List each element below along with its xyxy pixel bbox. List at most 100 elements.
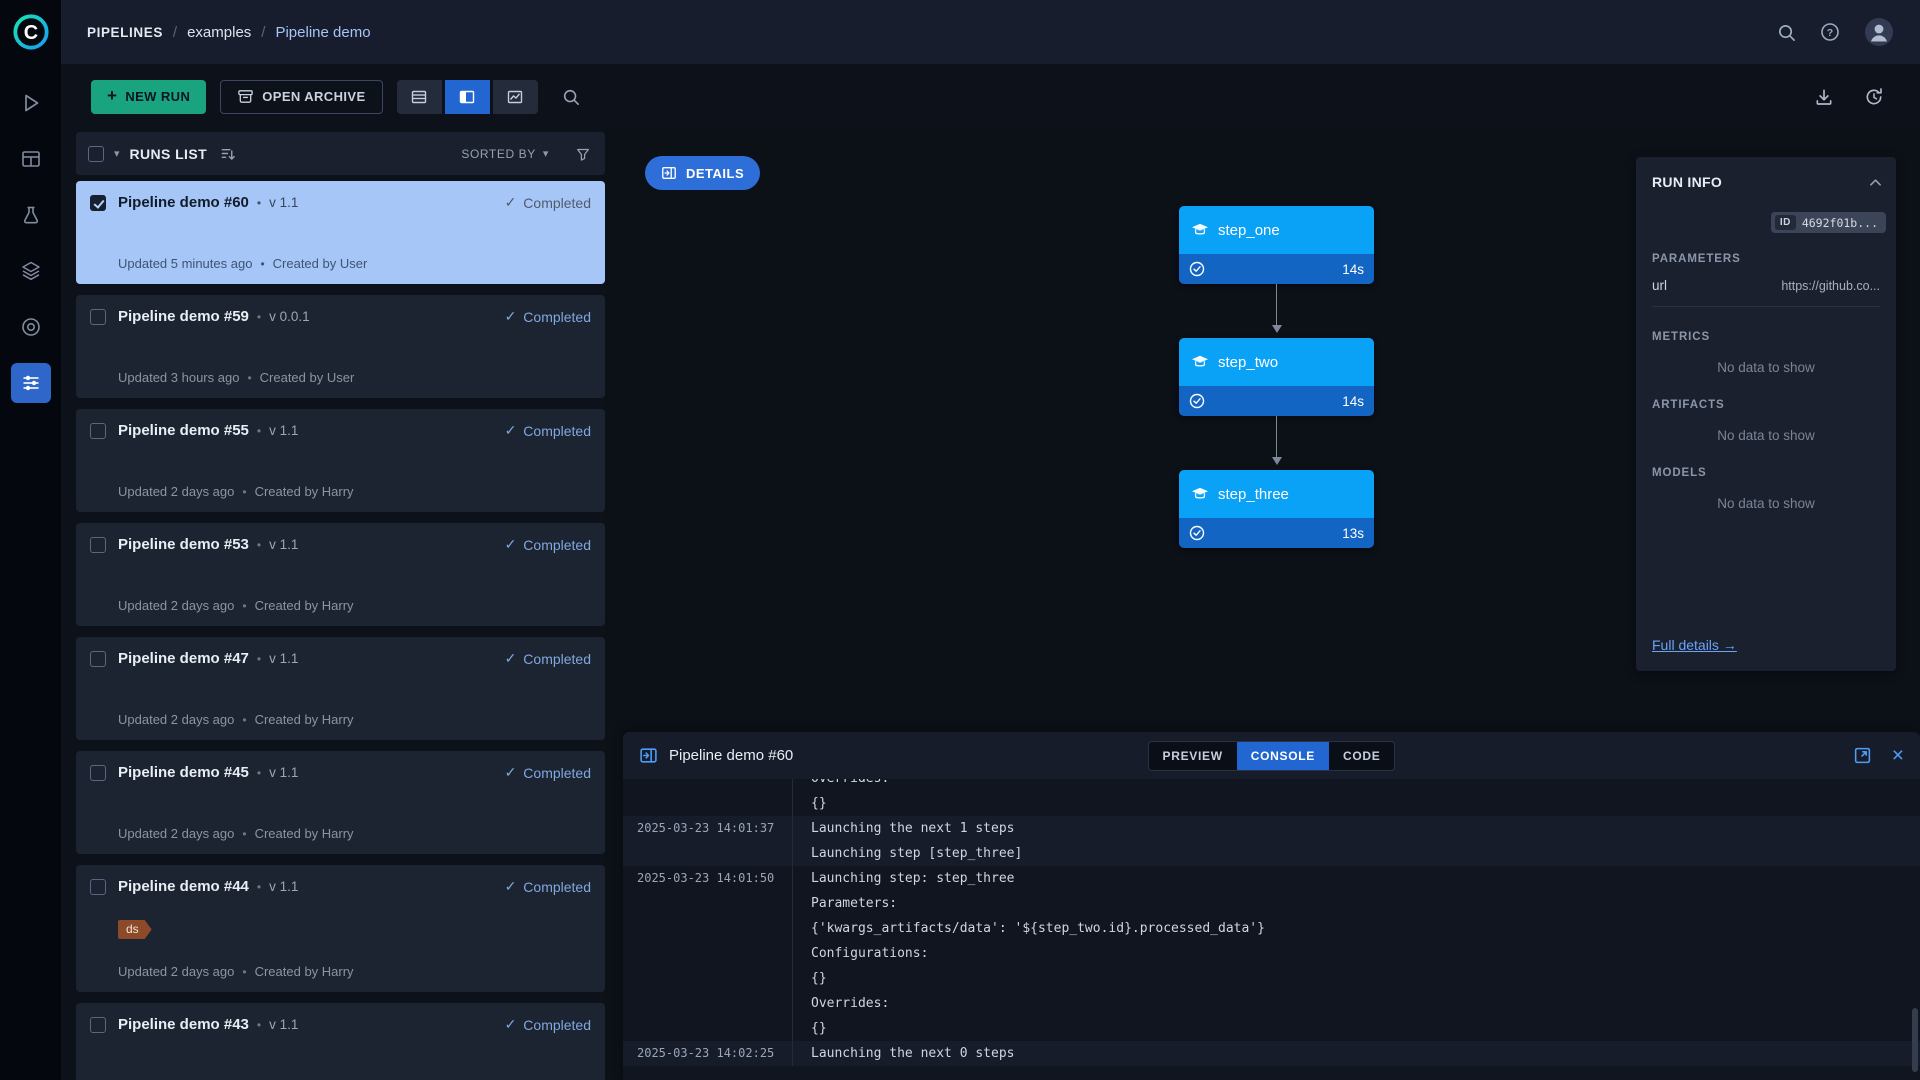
tab-preview[interactable]: PREVIEW [1149, 742, 1237, 770]
models-empty-text: No data to show [1636, 496, 1896, 511]
new-run-button[interactable]: + NEW RUN [91, 80, 206, 114]
select-all-caret-icon[interactable]: ▾ [114, 147, 120, 160]
collapse-chevron-icon[interactable] [1869, 178, 1882, 187]
avatar[interactable] [1864, 17, 1894, 47]
run-status-badge: ✓ Completed [505, 650, 591, 667]
log-lines: Overrides:{} [793, 779, 1920, 816]
run-tag: ds [118, 920, 152, 939]
run-checkbox[interactable] [90, 651, 106, 667]
run-created-text: Created by Harry [255, 712, 354, 727]
sidebar-item-hyper-datasets[interactable] [11, 251, 51, 291]
log-line: Launching the next 1 steps [811, 816, 1920, 841]
run-meta: Updated 5 minutes ago • Created by User [118, 256, 591, 271]
chart-view-icon [506, 88, 524, 106]
run-id-chip[interactable]: ID 4692f01b... [1771, 212, 1886, 233]
svg-text:C: C [23, 22, 37, 44]
check-icon: ✓ [505, 878, 517, 895]
pipeline-step-node[interactable]: step_one 14s [1179, 206, 1374, 284]
run-checkbox[interactable] [90, 309, 106, 325]
dot-separator: • [257, 538, 261, 552]
content-area: ▾ RUNS LIST SORTED BY ▾ Pipeline demo #6… [61, 129, 1920, 1080]
full-details-link[interactable]: Full details → [1652, 637, 1737, 653]
expand-window-icon[interactable] [1853, 746, 1872, 765]
run-card[interactable]: Pipeline demo #45 • v 1.1 ✓ Completed Up… [76, 751, 605, 854]
tab-console[interactable]: CONSOLE [1237, 742, 1329, 770]
run-card[interactable]: Pipeline demo #47 • v 1.1 ✓ Completed Up… [76, 637, 605, 740]
run-info-parameters: url https://github.co... [1636, 265, 1896, 307]
run-card[interactable]: Pipeline demo #59 • v 0.0.1 ✓ Completed … [76, 295, 605, 398]
run-card[interactable]: Pipeline demo #60 • v 1.1 ✓ Completed Up… [76, 181, 605, 284]
chart-view-toggle[interactable] [493, 80, 538, 114]
run-checkbox[interactable] [90, 1017, 106, 1033]
close-icon[interactable]: × [1892, 745, 1904, 766]
console-header: Pipeline demo #60 PREVIEWCONSOLECODE × [623, 732, 1920, 779]
pipeline-step-node[interactable]: step_two 14s [1179, 338, 1374, 416]
run-card[interactable]: Pipeline demo #55 • v 1.1 ✓ Completed Up… [76, 409, 605, 512]
dot-separator: • [242, 485, 246, 499]
run-checkbox[interactable] [90, 195, 106, 211]
sidebar-item-applications[interactable] [11, 307, 51, 347]
run-version: v 1.1 [269, 651, 298, 666]
run-updated-text: Updated 3 hours ago [118, 370, 239, 385]
parameter-key: url [1652, 278, 1667, 293]
clearml-logo[interactable]: C [0, 0, 61, 64]
run-checkbox[interactable] [90, 423, 106, 439]
run-status-text: Completed [523, 537, 591, 553]
breadcrumb-project[interactable]: examples [187, 24, 251, 41]
check-icon: ✓ [505, 422, 517, 439]
run-updated-text: Updated 2 days ago [118, 826, 234, 841]
dot-separator: • [257, 880, 261, 894]
log-line: Launching the next 0 steps [811, 1041, 1920, 1066]
console-log-entry: Overrides:{} [623, 779, 1920, 816]
run-checkbox[interactable] [90, 879, 106, 895]
sidebar-item-pipelines[interactable] [11, 363, 51, 403]
runs-list-header: ▾ RUNS LIST SORTED BY ▾ [76, 132, 605, 175]
artifacts-section-label: ARTIFACTS [1636, 399, 1896, 411]
step-node-footer: 14s [1179, 254, 1374, 284]
run-card[interactable]: Pipeline demo #53 • v 1.1 ✓ Completed Up… [76, 523, 605, 626]
run-title: Pipeline demo #60 [118, 194, 249, 211]
tab-code[interactable]: CODE [1329, 742, 1394, 770]
datasets-icon [20, 148, 42, 170]
sidebar-item-experiments[interactable] [11, 195, 51, 235]
step-icon [1191, 223, 1209, 237]
download-icon[interactable] [1814, 87, 1834, 107]
help-icon[interactable]: ? [1820, 22, 1840, 42]
sorted-by-dropdown[interactable]: SORTED BY ▾ [461, 147, 549, 161]
split-view-toggle[interactable] [445, 80, 490, 114]
run-meta: Updated 2 days ago • Created by Harry [118, 964, 591, 979]
open-archive-button[interactable]: OPEN ARCHIVE [220, 80, 382, 114]
refresh-history-icon[interactable] [1864, 87, 1884, 107]
run-title: Pipeline demo #59 [118, 308, 249, 325]
sidebar-item-projects[interactable] [11, 83, 51, 123]
console-log-entry: 2025-03-23 14:01:37 Launching the next 1… [623, 816, 1920, 866]
check-icon: ✓ [505, 1016, 517, 1033]
breadcrumb-page[interactable]: Pipeline demo [275, 24, 370, 41]
run-created-text: Created by User [273, 256, 368, 271]
pipeline-step-node[interactable]: step_three 13s [1179, 470, 1374, 548]
hyper-datasets-icon [20, 260, 42, 282]
step-node-header: step_one [1179, 206, 1374, 254]
check-icon: ✓ [505, 194, 517, 211]
console-log[interactable]: Overrides:{} 2025-03-23 14:01:37 Launchi… [623, 779, 1920, 1080]
run-card[interactable]: Pipeline demo #44 • v 1.1 ✓ Completed ds… [76, 865, 605, 992]
breadcrumb-section[interactable]: PIPELINES [87, 25, 163, 40]
run-checkbox[interactable] [90, 537, 106, 553]
run-card[interactable]: Pipeline demo #43 • v 1.1 ✓ Completed Up… [76, 1003, 605, 1080]
sidebar-item-datasets[interactable] [11, 139, 51, 179]
search-icon[interactable] [1777, 23, 1796, 42]
run-status-text: Completed [523, 1017, 591, 1033]
select-all-checkbox[interactable] [88, 146, 104, 162]
run-status-badge: ✓ Completed [505, 308, 591, 325]
log-lines: Launching step: step_threeParameters:{'k… [793, 866, 1920, 1041]
sort-icon[interactable] [219, 145, 236, 162]
table-view-toggle[interactable] [397, 80, 442, 114]
runs-search-icon[interactable] [562, 88, 580, 106]
breadcrumb: PIPELINES / examples / Pipeline demo [87, 24, 371, 41]
applications-icon [20, 316, 42, 338]
run-checkbox[interactable] [90, 765, 106, 781]
console-scrollbar[interactable] [1912, 1008, 1918, 1072]
details-button[interactable]: DETAILS [645, 156, 760, 190]
filter-funnel-icon[interactable] [575, 146, 591, 162]
runs-list-title: RUNS LIST [130, 146, 208, 162]
